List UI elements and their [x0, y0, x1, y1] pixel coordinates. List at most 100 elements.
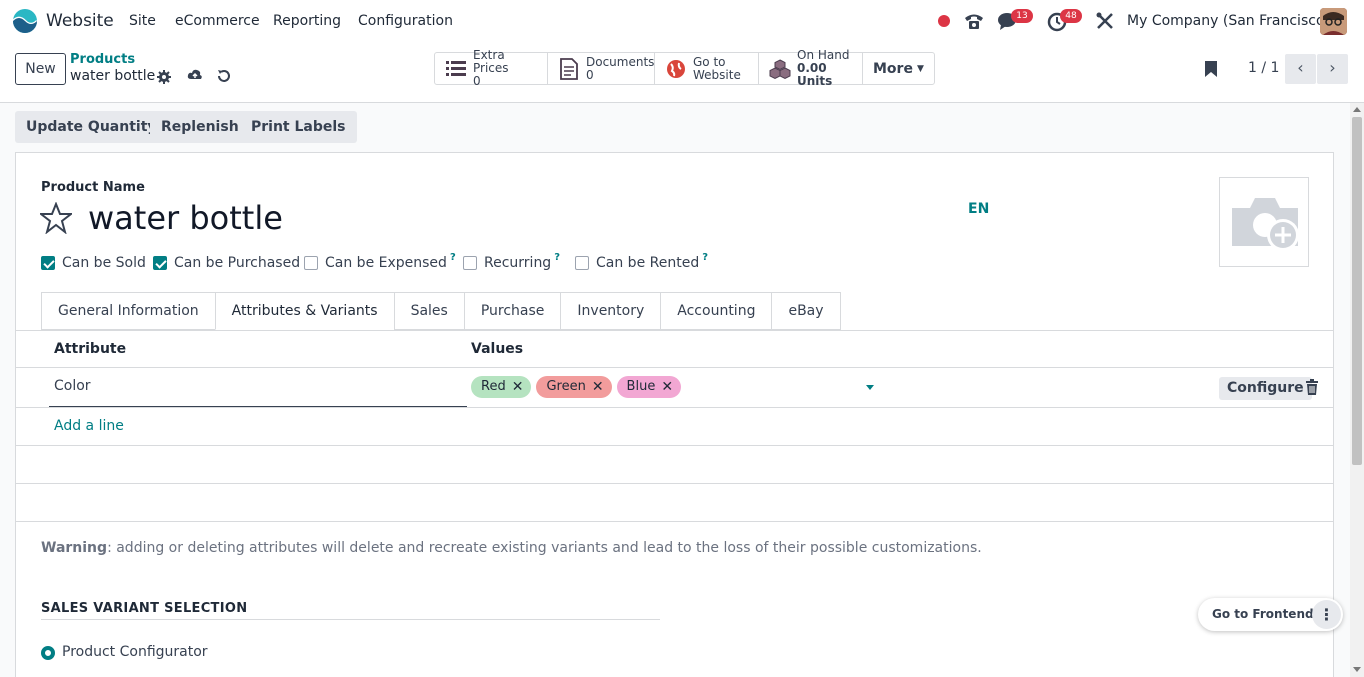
go-to-value: Website — [693, 67, 741, 82]
can-be-purchased-checkbox[interactable]: Can be Purchased — [153, 255, 300, 271]
recording-indicator[interactable] — [938, 15, 950, 27]
attribute-cell[interactable]: Color — [54, 378, 91, 394]
extra-prices-value: 0 — [473, 74, 481, 88]
go-to-frontend-button[interactable]: Go to Frontend — [1212, 607, 1314, 621]
remove-tag-icon[interactable]: ✕ — [661, 376, 673, 398]
documents-label: Documents — [586, 54, 655, 69]
breadcrumb-products[interactable]: Products — [70, 52, 135, 67]
checkbox-unchecked[interactable] — [304, 256, 318, 270]
tag-green: Green ✕ — [536, 376, 612, 398]
tab-ebay[interactable]: eBay — [771, 292, 841, 330]
recurring-label: Recurring — [484, 255, 552, 271]
favorite-star-icon[interactable] — [40, 202, 72, 234]
section-divider — [41, 619, 660, 620]
remove-tag-icon[interactable]: ✕ — [592, 376, 604, 398]
values-dropdown-caret-icon[interactable] — [866, 385, 874, 390]
can-be-sold-checkbox[interactable]: Can be Sold — [41, 255, 146, 271]
website-app-logo[interactable] — [12, 8, 38, 34]
breadcrumb-current: water bottle — [70, 68, 156, 84]
help-tooltip-icon[interactable]: ? — [702, 252, 708, 263]
warning-bold: Warning — [41, 540, 108, 556]
print-labels-button[interactable]: Print Labels — [240, 111, 357, 143]
attribute-input-underline — [49, 406, 467, 407]
configure-button[interactable]: Configure — [1219, 377, 1312, 400]
column-attribute[interactable]: Attribute — [54, 341, 126, 357]
checkbox-checked[interactable] — [153, 256, 167, 270]
help-tooltip-icon[interactable]: ? — [554, 252, 560, 263]
list-icon — [446, 61, 466, 76]
can-be-purchased-label: Can be Purchased — [174, 255, 301, 271]
replenish-button[interactable]: Replenish — [150, 111, 250, 143]
pager-value[interactable]: 1 / 1 — [1248, 60, 1279, 76]
more-button[interactable]: More ▼ — [863, 53, 934, 84]
column-values[interactable]: Values — [471, 341, 523, 357]
remove-tag-icon[interactable]: ✕ — [512, 376, 524, 398]
on-hand-value: 0.00 Units — [797, 61, 833, 88]
extra-prices-label: Extra Prices — [473, 48, 509, 75]
extra-prices-button[interactable]: Extra Prices 0 — [435, 49, 548, 88]
add-a-line-link[interactable]: Add a line — [54, 418, 124, 434]
table-row[interactable]: Color Red ✕ Green ✕ Blue ✕ Configure — [16, 368, 1333, 408]
new-button[interactable]: New — [15, 53, 66, 85]
on-hand-button[interactable]: On Hand 0.00 Units — [759, 49, 863, 88]
update-quantity-button[interactable]: Update Quantity — [15, 111, 168, 143]
product-name-label: Product Name — [41, 180, 145, 195]
menu-site[interactable]: Site — [129, 13, 156, 29]
scroll-down-arrow-icon[interactable] — [1353, 667, 1361, 672]
product-name-field[interactable]: water bottle — [88, 199, 283, 237]
more-options-icon[interactable]: ⋮ — [1312, 600, 1341, 629]
empty-row — [16, 484, 1333, 522]
discard-icon[interactable] — [216, 68, 232, 84]
camera-add-icon — [1232, 198, 1299, 251]
go-to-label: Go to — [693, 54, 726, 69]
product-configurator-radio[interactable] — [41, 646, 55, 660]
can-be-expensed-checkbox[interactable]: Can be Expensed ? — [304, 252, 456, 271]
app-name[interactable]: Website — [46, 11, 114, 31]
go-to-website-button[interactable]: Go to Website — [655, 53, 759, 84]
tab-inventory[interactable]: Inventory — [560, 292, 661, 330]
documents-button[interactable]: Documents 0 — [548, 53, 655, 84]
attributes-table-header: Attribute Values — [16, 331, 1333, 368]
gear-icon[interactable] — [156, 69, 172, 85]
user-avatar[interactable] — [1320, 8, 1347, 35]
activity-badge: 48 — [1060, 9, 1082, 23]
tab-purchase[interactable]: Purchase — [463, 292, 561, 330]
document-icon — [560, 58, 578, 80]
tools-icon[interactable] — [1094, 10, 1116, 32]
cloud-upload-icon[interactable] — [187, 67, 203, 83]
tab-general-information[interactable]: General Information — [41, 292, 215, 330]
tag-red: Red ✕ — [471, 376, 532, 398]
variants-warning: Warning: adding or deleting attributes w… — [41, 540, 982, 556]
next-record-button[interactable]: › — [1317, 54, 1348, 84]
checkbox-unchecked[interactable] — [575, 256, 589, 270]
company-switcher[interactable]: My Company (San Francisco) — [1127, 13, 1330, 29]
tab-sales[interactable]: Sales — [393, 292, 464, 330]
menu-configuration[interactable]: Configuration — [358, 13, 453, 29]
notebook-tabs: General Information Attributes & Variant… — [41, 292, 841, 330]
phone-icon[interactable] — [963, 10, 985, 32]
tab-accounting[interactable]: Accounting — [660, 292, 772, 330]
can-be-rented-label: Can be Rented — [596, 255, 700, 271]
trash-icon[interactable] — [1305, 379, 1319, 395]
values-tags[interactable]: Red ✕ Green ✕ Blue ✕ — [471, 376, 686, 398]
can-be-rented-checkbox[interactable]: Can be Rented ? — [575, 252, 708, 271]
checkbox-unchecked[interactable] — [463, 256, 477, 270]
tag-blue: Blue ✕ — [616, 376, 682, 398]
tab-attributes-variants[interactable]: Attributes & Variants — [214, 292, 394, 330]
bookmark-icon[interactable] — [1204, 60, 1218, 78]
cubes-icon — [769, 59, 791, 80]
checkbox-checked[interactable] — [41, 256, 55, 270]
add-line-row: Add a line — [16, 408, 1333, 446]
globe-icon — [667, 60, 685, 78]
product-image-upload[interactable] — [1219, 177, 1309, 267]
scrollbar-thumb[interactable] — [1352, 117, 1362, 465]
scroll-up-arrow-icon[interactable] — [1353, 107, 1361, 112]
menu-ecommerce[interactable]: eCommerce — [175, 13, 260, 29]
language-button[interactable]: EN — [968, 201, 989, 217]
menu-reporting[interactable]: Reporting — [273, 13, 341, 29]
can-be-expensed-label: Can be Expensed — [325, 255, 447, 271]
can-be-sold-label: Can be Sold — [62, 255, 146, 271]
recurring-checkbox[interactable]: Recurring ? — [463, 252, 560, 271]
previous-record-button[interactable]: ‹ — [1285, 54, 1316, 84]
help-tooltip-icon[interactable]: ? — [450, 252, 456, 263]
